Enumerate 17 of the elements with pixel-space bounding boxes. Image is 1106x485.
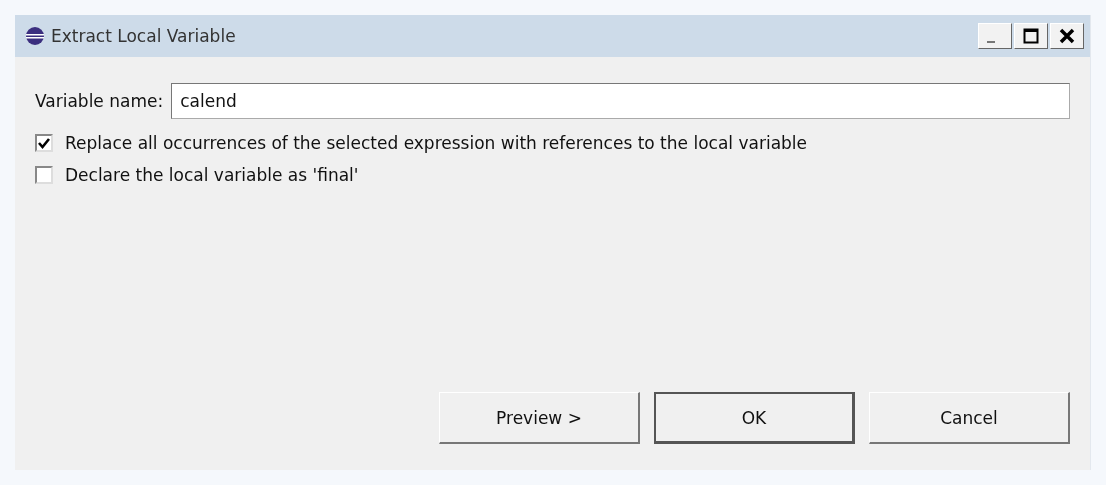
close-icon bbox=[1059, 28, 1075, 44]
minimize-button[interactable] bbox=[978, 23, 1012, 49]
maximize-icon bbox=[1023, 28, 1039, 44]
checkbox[interactable] bbox=[35, 166, 53, 184]
dialog-button[interactable]: OK bbox=[654, 392, 855, 444]
dialog-button[interactable]: Cancel bbox=[869, 392, 1070, 444]
maximize-button[interactable] bbox=[1014, 23, 1048, 49]
variable-name-field[interactable]: calend bbox=[171, 83, 1070, 119]
window-title: Extract Local Variable bbox=[51, 26, 237, 46]
dialog-button[interactable]: Preview > bbox=[439, 392, 640, 444]
checkbox-label: Declare the local variable as 'final' bbox=[65, 165, 359, 185]
checkbox[interactable] bbox=[35, 134, 53, 152]
sphere-icon bbox=[25, 26, 45, 46]
field-label: Variable name: bbox=[35, 91, 164, 111]
minimize-icon bbox=[987, 41, 995, 43]
close-button[interactable] bbox=[1050, 23, 1084, 49]
checkbox-label: Replace all occurrences of the selected expression with references to the local variable bbox=[65, 133, 808, 153]
